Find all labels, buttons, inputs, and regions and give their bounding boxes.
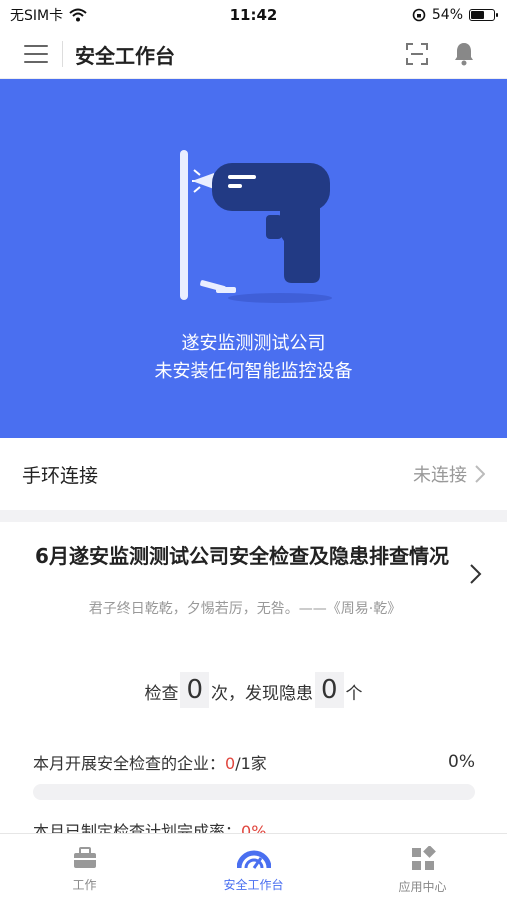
page-title: 安全工作台	[75, 43, 175, 68]
stat1-total: /1家	[235, 754, 267, 773]
tab-work[interactable]: 工作	[0, 834, 169, 901]
bracelet-connection-row[interactable]: 手环连接 未连接	[0, 438, 507, 510]
bracelet-label: 手环连接	[22, 464, 99, 487]
bell-icon[interactable]	[452, 41, 476, 67]
toolbox-icon	[73, 847, 96, 868]
tab-safety-dashboard[interactable]: 安全工作台	[169, 834, 338, 901]
tab-app-center[interactable]: 应用中心	[338, 834, 507, 901]
inspection-card: 6月遂安监测测试公司安全检查及隐患排查情况 君子终日乾乾，夕惕若厉，无咎。——《…	[0, 522, 507, 842]
nav-divider	[62, 41, 63, 67]
banner-message: 未安装任何智能监控设备	[154, 361, 353, 382]
scan-icon[interactable]	[405, 42, 429, 66]
stat1-label: 本月开展安全检查的企业：	[33, 754, 226, 773]
bottom-tab-bar: 工作 安全工作台 应用中心	[0, 833, 507, 901]
status-bar: 无SIM卡 11:42 54%	[0, 0, 507, 30]
bracelet-status: 未连接	[413, 461, 485, 487]
tab-label: 安全工作台	[223, 878, 284, 892]
tab-label: 应用中心	[398, 880, 447, 894]
chevron-right-icon	[475, 465, 485, 483]
check-mid-text: 次，发现隐患	[211, 684, 313, 704]
clock: 11:42	[229, 6, 278, 24]
app-grid-icon	[411, 846, 436, 870]
nav-bar: 安全工作台	[0, 30, 507, 79]
banner-company: 遂安监测测试公司	[181, 333, 326, 354]
inspection-quote: 君子终日乾乾，夕惕若厉，无咎。——《周易·乾》	[88, 601, 402, 617]
tab-label: 工作	[72, 878, 97, 892]
menu-icon[interactable]	[24, 45, 48, 63]
hazard-suffix: 个	[345, 684, 363, 704]
check-count: 0	[180, 672, 209, 708]
stat1-progress-bar	[33, 784, 475, 800]
stat1-percent: 0%	[448, 752, 475, 772]
inspection-title[interactable]: 6月遂安监测测试公司安全检查及隐患排查情况	[22, 544, 462, 568]
bracelet-status-text: 未连接	[413, 465, 467, 486]
check-prefix: 检查	[144, 684, 179, 704]
stat-companies-checked: 本月开展安全检查的企业：0/1家 0%	[33, 750, 475, 774]
stat1-done: 0	[225, 754, 236, 773]
battery-icon	[469, 9, 498, 21]
drill-illustration-icon	[180, 150, 332, 303]
dashboard-gauge-icon	[236, 850, 271, 869]
device-banner: 遂安监测测试公司 未安装任何智能监控设备	[0, 79, 507, 438]
inspection-count-line: 检查 0 次，发现隐患 0 个	[0, 672, 507, 708]
chevron-right-icon[interactable]	[470, 564, 482, 584]
hazard-count: 0	[315, 672, 344, 708]
